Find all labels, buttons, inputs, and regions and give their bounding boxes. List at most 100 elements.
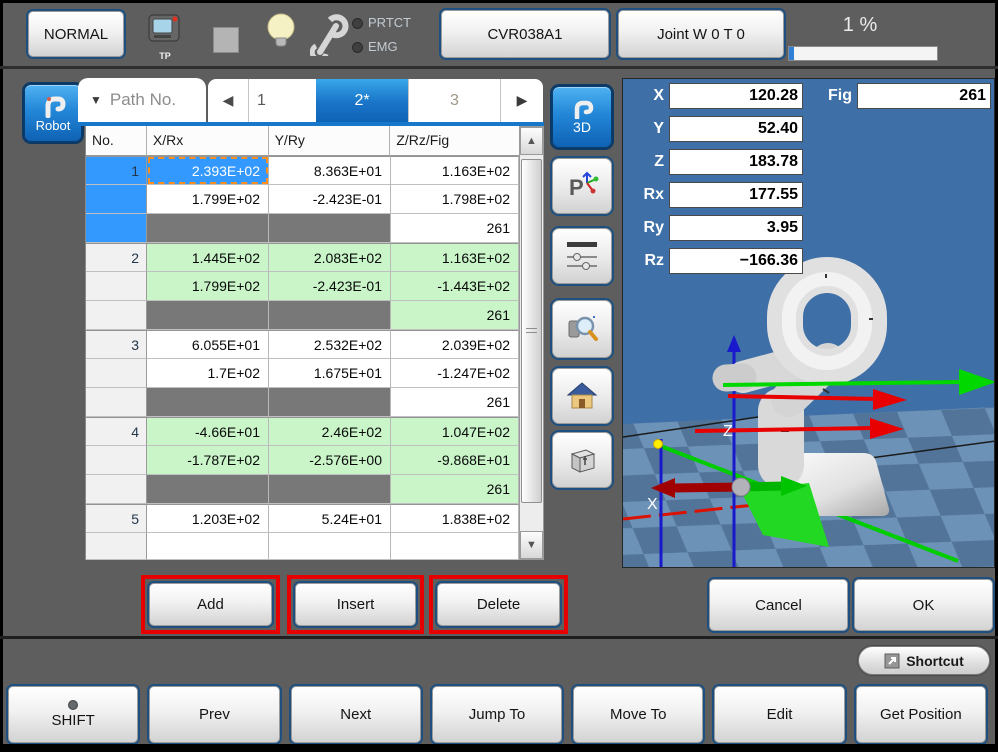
row-number-cell[interactable] (86, 475, 147, 504)
path-tab-3[interactable]: 3 (408, 79, 500, 122)
table-cell[interactable]: -1.787E+02 (147, 446, 269, 475)
home-position-button[interactable] (552, 368, 612, 424)
table-cell[interactable]: -1.247E+02 (391, 359, 519, 388)
row-number-cell[interactable] (86, 359, 147, 388)
table-row: 1.7E+021.675E+01-1.247E+02 (86, 359, 519, 388)
view-3d-button[interactable]: 3D (552, 86, 612, 148)
table-cell[interactable]: 261 (391, 214, 519, 243)
table-cell[interactable]: 2.083E+02 (269, 243, 391, 272)
table-row: 261 (86, 388, 519, 417)
table-cell[interactable] (147, 301, 269, 330)
row-number-cell[interactable] (86, 446, 147, 475)
table-cell[interactable]: -4.66E+01 (147, 417, 269, 446)
scroll-up-arrow[interactable]: ▲ (520, 127, 543, 155)
table-cell[interactable]: 6.055E+01 (147, 330, 269, 359)
row-number-cell[interactable]: 5 (86, 504, 147, 533)
table-cell[interactable]: 1.203E+02 (147, 504, 269, 533)
table-cell[interactable]: 1.047E+02 (391, 417, 519, 446)
tab-scroll-right[interactable]: ▶ (500, 79, 543, 122)
table-cell[interactable] (147, 388, 269, 417)
table-cell[interactable]: 1.445E+02 (147, 243, 269, 272)
path-tab-2[interactable]: 2* (316, 79, 408, 122)
table-cell[interactable]: 1.7E+02 (147, 359, 269, 388)
scroll-down-arrow[interactable]: ▼ (520, 531, 543, 559)
column-header[interactable]: No. (86, 126, 147, 156)
row-number-cell[interactable] (86, 185, 147, 214)
view-search-button[interactable] (552, 300, 612, 358)
row-number-cell[interactable] (86, 272, 147, 301)
point-jog-button[interactable]: P (552, 158, 612, 214)
table-cell[interactable]: -9.868E+01 (391, 446, 519, 475)
get-position-button[interactable]: Get Position (856, 686, 986, 743)
table-cell[interactable] (269, 388, 391, 417)
delete-button[interactable]: Delete (437, 583, 560, 626)
mode-button[interactable]: NORMAL (28, 11, 124, 57)
table-cell[interactable] (269, 475, 391, 504)
table-row (86, 533, 519, 560)
row-number-cell[interactable]: 1 (86, 156, 147, 185)
cancel-button[interactable]: Cancel (709, 579, 848, 631)
add-button[interactable]: Add (149, 583, 272, 626)
path-tab-1[interactable]: 1 (248, 79, 316, 122)
table-cell[interactable]: -1.443E+02 (391, 272, 519, 301)
table-cell[interactable] (269, 214, 391, 243)
table-cell[interactable]: 261 (391, 388, 519, 417)
sliders-icon (565, 241, 599, 271)
tab-scroll-left[interactable]: ◀ (208, 79, 248, 122)
shortcut-button[interactable]: Shortcut (858, 646, 990, 675)
column-header[interactable]: Y/Ry (269, 126, 391, 156)
program-button[interactable]: CVR038A1 (441, 10, 609, 58)
jump-to-button[interactable]: Jump To (432, 686, 562, 743)
view-cube-button[interactable] (552, 432, 612, 488)
table-cell[interactable] (269, 301, 391, 330)
button-label: Move To (610, 706, 666, 723)
table-cell[interactable]: -2.423E-01 (269, 185, 391, 214)
table-cell[interactable]: 1.838E+02 (391, 504, 519, 533)
table-cell[interactable]: 261 (391, 475, 519, 504)
table-cell[interactable]: 2.393E+02 (147, 156, 269, 185)
table-cell[interactable]: 8.363E+01 (269, 156, 391, 185)
ok-button[interactable]: OK (854, 579, 993, 631)
table-cell[interactable]: 1.798E+02 (391, 185, 519, 214)
column-header[interactable]: X/Rx (147, 126, 269, 156)
scrollbar-thumb[interactable] (521, 159, 542, 503)
table-cell[interactable]: 1.163E+02 (391, 243, 519, 272)
table-cell[interactable]: 2.532E+02 (269, 330, 391, 359)
display-options-button[interactable] (552, 228, 612, 284)
table-cell[interactable]: 1.675E+01 (269, 359, 391, 388)
edit-button[interactable]: Edit (714, 686, 844, 743)
table-cell[interactable] (147, 214, 269, 243)
next-button[interactable]: Next (291, 686, 421, 743)
fig-label: Fig (813, 87, 857, 105)
table-cell[interactable]: -2.576E+00 (269, 446, 391, 475)
column-header[interactable]: Z/Rz/Fig (390, 126, 519, 156)
row-number-cell[interactable] (86, 214, 147, 243)
table-cell[interactable]: 1.163E+02 (391, 156, 519, 185)
row-number-cell[interactable] (86, 388, 147, 417)
robot-panel-button[interactable]: Robot (24, 84, 82, 142)
move-to-button[interactable]: Move To (573, 686, 703, 743)
row-number-cell[interactable] (86, 301, 147, 330)
row-number-cell[interactable]: 3 (86, 330, 147, 359)
table-cell[interactable] (86, 533, 147, 560)
prev-button[interactable]: Prev (149, 686, 279, 743)
insert-button[interactable]: Insert (295, 583, 416, 626)
table-cell[interactable] (147, 533, 269, 560)
table-cell[interactable] (147, 475, 269, 504)
table-cell[interactable]: -2.423E-01 (269, 272, 391, 301)
3d-viewport[interactable]: Z X X120.28Y52.40Z183.78Rx177.55Ry3.95Rz… (622, 78, 995, 568)
path-no-selector[interactable]: ▼ Path No. (78, 78, 206, 122)
row-number-cell[interactable]: 2 (86, 243, 147, 272)
table-cell[interactable] (269, 533, 391, 560)
table-cell[interactable] (391, 533, 519, 560)
table-cell[interactable]: 1.799E+02 (147, 185, 269, 214)
table-cell[interactable]: 2.46E+02 (269, 417, 391, 446)
table-cell[interactable]: 1.799E+02 (147, 272, 269, 301)
shift-button[interactable]: SHIFT (8, 686, 138, 743)
table-cell[interactable]: 2.039E+02 (391, 330, 519, 359)
table-cell[interactable]: 261 (391, 301, 519, 330)
coordinate-mode-button[interactable]: Joint W 0 T 0 (618, 10, 784, 58)
table-cell[interactable]: 5.24E+01 (269, 504, 391, 533)
row-number-cell[interactable]: 4 (86, 417, 147, 446)
table-scrollbar[interactable]: ▲ ▼ (519, 126, 544, 560)
